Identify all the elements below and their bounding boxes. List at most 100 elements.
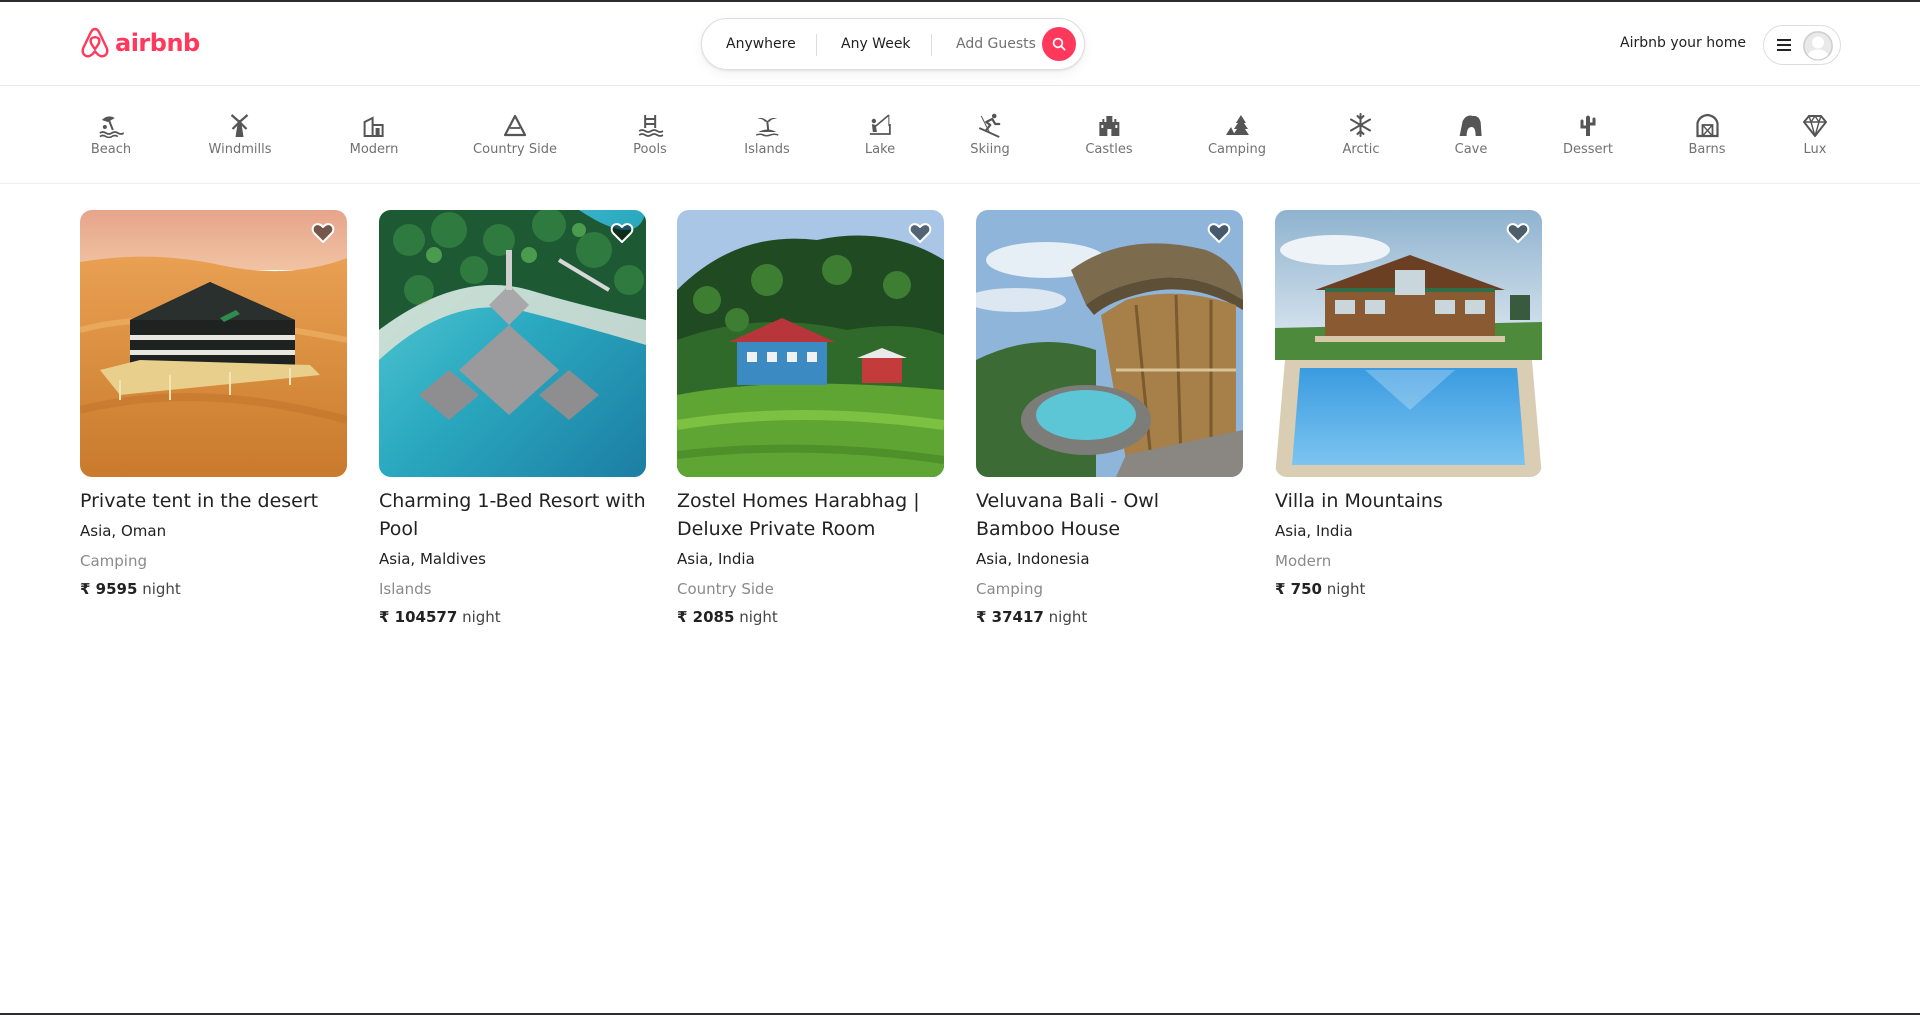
category-cave[interactable]: Cave: [1454, 112, 1488, 157]
category-bar: Beach Windmills Modern Country Side Pool…: [0, 86, 1920, 184]
favorite-heart-icon[interactable]: [1506, 222, 1530, 244]
category-label: Islands: [744, 142, 790, 157]
search-where-button[interactable]: Anywhere: [726, 19, 796, 69]
listing-title: Private tent in the desert: [80, 490, 319, 512]
category-label: Arctic: [1342, 142, 1380, 157]
search-divider: [931, 34, 932, 56]
category-dessert[interactable]: Dessert: [1563, 112, 1613, 157]
listing-location: Asia, Maldives: [379, 550, 486, 568]
listing-card[interactable]: Charming 1-Bed Resort with Pool Asia, Ma…: [379, 210, 646, 627]
category-label: Dessert: [1563, 142, 1613, 157]
category-lux[interactable]: Lux: [1802, 112, 1828, 157]
user-avatar-icon: [1803, 31, 1833, 61]
avatar: [1803, 31, 1833, 61]
listing-card[interactable]: Villa in Mountains Asia, India Modern ₹ …: [1275, 210, 1542, 599]
category-label: Barns: [1688, 142, 1726, 157]
category-islands[interactable]: Islands: [744, 112, 790, 157]
navbar: airbnb Anywhere Any Week Add Guests Airb…: [0, 2, 1920, 86]
category-skiing[interactable]: Skiing: [970, 112, 1010, 157]
cactus-icon: [1580, 115, 1596, 136]
category-windmills[interactable]: Windmills: [208, 112, 272, 157]
mountain-icon: [503, 114, 527, 137]
listing-price: ₹ 37417 night: [976, 607, 1243, 627]
skiing-icon: [978, 113, 1001, 138]
favorite-heart-icon[interactable]: [1207, 222, 1231, 244]
listing-card[interactable]: Zostel Homes Harabhag | Deluxe Private R…: [677, 210, 944, 627]
category-country-side[interactable]: Country Side: [473, 112, 557, 157]
category-label: Lake: [864, 142, 896, 157]
host-link[interactable]: Airbnb your home: [1620, 35, 1746, 51]
category-label: Country Side: [473, 142, 557, 157]
favorite-heart-icon[interactable]: [610, 222, 634, 244]
search-button[interactable]: [1042, 27, 1076, 61]
search-guests-button[interactable]: Add Guests: [956, 19, 1036, 69]
listing-category: Country Side: [677, 580, 774, 598]
price-unit: night: [142, 580, 181, 598]
category-beach[interactable]: Beach: [91, 112, 131, 157]
category-modern[interactable]: Modern: [349, 112, 399, 157]
category-label: Pools: [633, 142, 667, 157]
villa-pool-photo: [1275, 210, 1542, 477]
lake-icon: [870, 114, 891, 135]
hamburger-menu-icon: [1777, 39, 1791, 51]
hillside-house-photo: [677, 210, 944, 477]
price-amount: ₹ 104577: [379, 608, 458, 626]
cave-icon: [1460, 115, 1482, 136]
search-bar[interactable]: Anywhere Any Week Add Guests: [701, 18, 1085, 70]
listing-photo[interactable]: [1275, 210, 1542, 477]
desert-tent-photo: [80, 210, 347, 477]
category-label: Camping: [1207, 142, 1267, 157]
listing-price: ₹ 9595 night: [80, 579, 347, 599]
listing-category: Camping: [80, 552, 147, 570]
search-when-button[interactable]: Any Week: [841, 19, 911, 69]
favorite-heart-icon[interactable]: [311, 222, 335, 244]
category-lake[interactable]: Lake: [865, 112, 895, 157]
listing-location: Asia, Oman: [80, 522, 167, 540]
listing-title: Zostel Homes Harabhag | Deluxe Private R…: [677, 490, 920, 540]
listing-photo[interactable]: [976, 210, 1243, 477]
castle-icon: [1098, 116, 1119, 136]
price-amount: ₹ 9595: [80, 580, 138, 598]
listing-photo[interactable]: [677, 210, 944, 477]
listing-price: ₹ 2085 night: [677, 607, 944, 627]
category-barns[interactable]: Barns: [1688, 112, 1726, 157]
snowflake-icon: [1350, 113, 1372, 137]
category-arctic[interactable]: Arctic: [1342, 112, 1380, 157]
maldives-resort-photo: [379, 210, 646, 477]
user-menu-button[interactable]: [1763, 25, 1841, 65]
bamboo-house-photo: [976, 210, 1243, 477]
price-unit: night: [1326, 580, 1366, 598]
category-label: Modern: [349, 142, 399, 157]
price-unit: night: [462, 608, 501, 626]
pool-icon: [638, 115, 663, 137]
category-label: Skiing: [970, 142, 1010, 157]
barn-icon: [1695, 113, 1719, 138]
category-pools[interactable]: Pools: [633, 112, 667, 157]
price-amount: ₹ 37417: [976, 608, 1044, 626]
price-unit: night: [1048, 608, 1088, 626]
listing-title: Villa in Mountains: [1275, 490, 1443, 512]
listing-category: Camping: [976, 580, 1043, 598]
category-label: Castles: [1085, 142, 1133, 157]
airbnb-logo-icon: [81, 27, 109, 58]
listing-title: Charming 1-Bed Resort with Pool: [379, 490, 646, 540]
listing-location: Asia, Indonesia: [976, 550, 1090, 568]
category-label: Windmills: [208, 142, 272, 157]
category-label: Beach: [90, 142, 132, 157]
beach-icon: [99, 116, 124, 138]
price-amount: ₹ 750: [1275, 580, 1322, 598]
favorite-heart-icon[interactable]: [908, 222, 932, 244]
listing-photo[interactable]: [80, 210, 347, 477]
listing-photo[interactable]: [379, 210, 646, 477]
brand-logo[interactable]: airbnb: [79, 26, 200, 60]
search-divider: [816, 34, 817, 56]
listing-location: Asia, India: [677, 550, 755, 568]
category-castles[interactable]: Castles: [1085, 112, 1133, 157]
listing-card[interactable]: Private tent in the desert Asia, Oman Ca…: [80, 210, 347, 599]
island-icon: [755, 117, 779, 137]
category-camping[interactable]: Camping: [1208, 112, 1266, 157]
search-icon: [1052, 37, 1066, 51]
category-label: Cave: [1454, 142, 1488, 157]
category-label: Lux: [1803, 142, 1827, 157]
listing-card[interactable]: Veluvana Bali - Owl Bamboo House Asia, I…: [976, 210, 1243, 627]
